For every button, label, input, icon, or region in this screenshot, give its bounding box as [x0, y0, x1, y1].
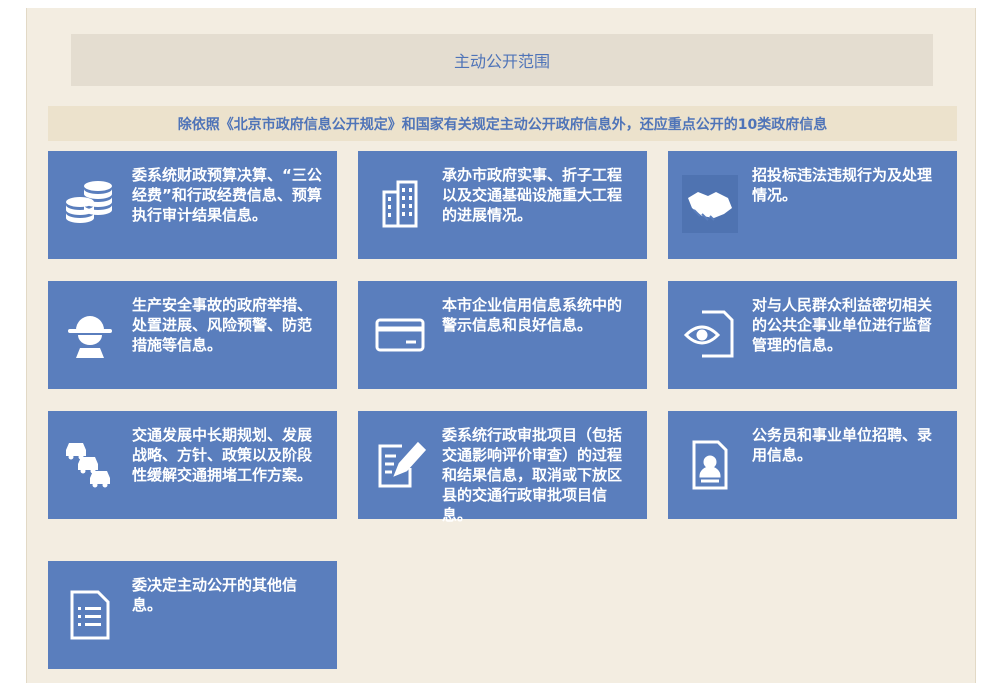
card-text: 委系统财政预算决算、“三公经费”和行政经费信息、预算执行审计结果信息。 — [132, 166, 322, 224]
info-card-projects[interactable]: 承办市政府实事、折子工程以及交通基础设施重大工程的进展情况。 — [358, 151, 647, 259]
id-profile-icon — [682, 435, 738, 493]
notice-banner: 除依照《北京市政府信息公开规定》和国家有关规定主动公开政府信息外，还应重点公开的… — [48, 106, 957, 141]
credit-card-icon — [372, 305, 428, 363]
coins-icon — [62, 175, 118, 233]
list-document-icon — [62, 585, 118, 643]
building-icon — [372, 175, 428, 233]
card-text: 委决定主动公开的其他信息。 — [132, 576, 298, 614]
info-card-supervision[interactable]: 对与人民群众利益密切相关的公共企事业单位进行监督管理的信息。 — [668, 281, 957, 389]
content-panel: 主动公开范围 除依照《北京市政府信息公开规定》和国家有关规定主动公开政府信息外，… — [26, 8, 976, 683]
page-title-text: 主动公开范围 — [453, 52, 550, 71]
card-text: 公务员和事业单位招聘、录用信息。 — [752, 426, 933, 464]
card-text: 生产安全事故的政府举措、处置进展、风险预警、防范措施等信息。 — [132, 296, 313, 354]
info-card-budget[interactable]: 委系统财政预算决算、“三公经费”和行政经费信息、预算执行审计结果信息。 — [48, 151, 337, 259]
card-text: 招投标违法违规行为及处理情况。 — [752, 166, 933, 204]
info-card-other[interactable]: 委决定主动公开的其他信息。 — [48, 561, 337, 669]
info-card-credit[interactable]: 本市企业信用信息系统中的警示信息和良好信息。 — [358, 281, 647, 389]
card-text: 委系统行政审批项目（包括交通影响评价审查）的过程和结果信息，取消或下放区县的交通… — [442, 426, 623, 524]
card-text: 本市企业信用信息系统中的警示信息和良好信息。 — [442, 296, 623, 334]
info-card-bidding[interactable]: 招投标违法违规行为及处理情况。 — [668, 151, 957, 259]
page-title: 主动公开范围 — [71, 34, 933, 86]
eye-document-icon — [682, 305, 738, 363]
info-card-recruitment[interactable]: 公务员和事业单位招聘、录用信息。 — [668, 411, 957, 519]
traffic-cars-icon — [62, 435, 118, 493]
card-text: 对与人民群众利益密切相关的公共企事业单位进行监督管理的信息。 — [752, 296, 933, 354]
handshake-icon — [682, 175, 738, 233]
card-text: 交通发展中长期规划、发展战略、方针、政策以及阶段性缓解交通拥堵工作方案。 — [132, 426, 313, 484]
info-card-safety[interactable]: 生产安全事故的政府举措、处置进展、风险预警、防范措施等信息。 — [48, 281, 337, 389]
card-text: 承办市政府实事、折子工程以及交通基础设施重大工程的进展情况。 — [442, 166, 623, 224]
notice-text: 除依照《北京市政府信息公开规定》和国家有关规定主动公开政府信息外，还应重点公开的… — [177, 116, 828, 133]
info-card-traffic-planning[interactable]: 交通发展中长期规划、发展战略、方针、政策以及阶段性缓解交通拥堵工作方案。 — [48, 411, 337, 519]
safety-helmet-icon — [62, 305, 118, 363]
info-card-approval[interactable]: 委系统行政审批项目（包括交通影响评价审查）的过程和结果信息，取消或下放区县的交通… — [358, 411, 647, 524]
edit-document-icon — [372, 435, 428, 493]
